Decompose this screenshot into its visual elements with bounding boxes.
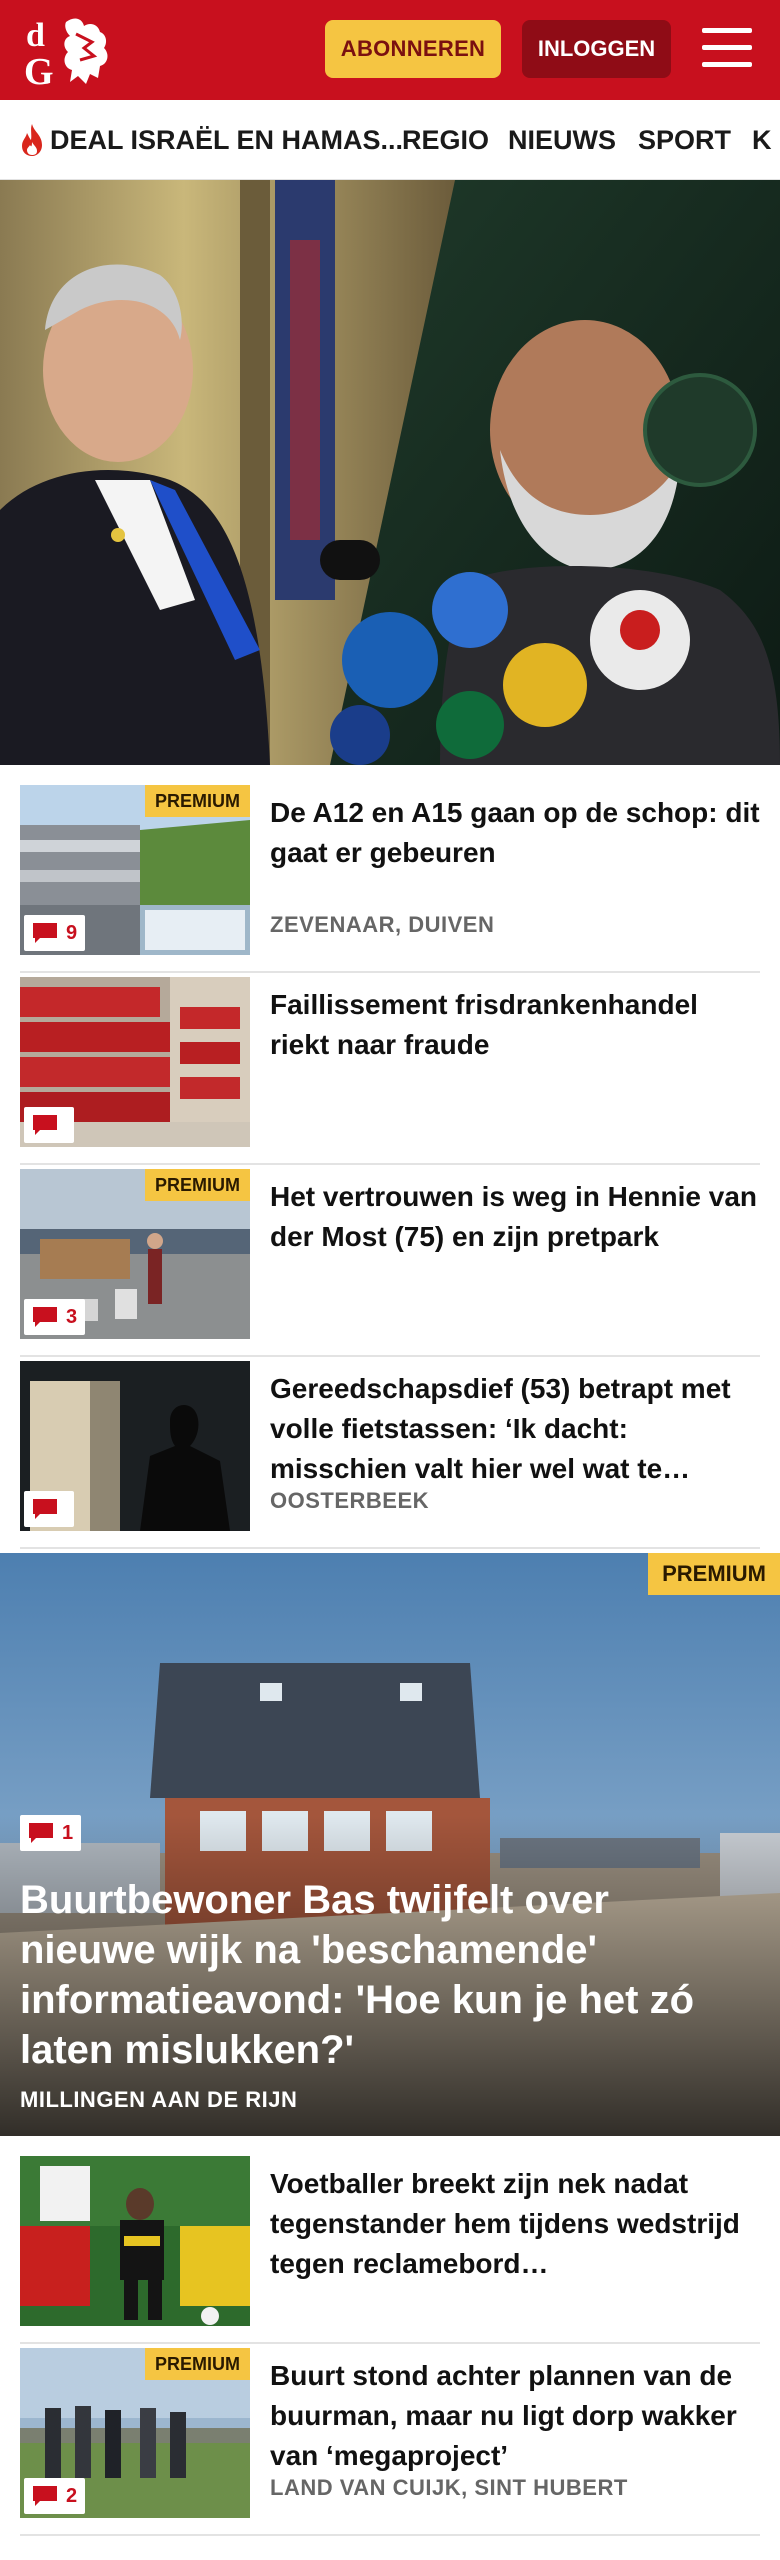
- article-item[interactable]: PREMIUM 9 De A12 en A15 gaan op de schop…: [20, 785, 760, 973]
- comment-count-badge[interactable]: 1: [20, 1815, 82, 1851]
- subscribe-button[interactable]: ABONNEREN: [325, 20, 501, 78]
- article-location: LAND VAN CUIJK, SINT HUBERT: [270, 2475, 628, 2500]
- nav-item-nieuws[interactable]: NIEUWS: [508, 120, 616, 160]
- article-title[interactable]: Het vertrouwen is weg in Hennie van der …: [270, 1177, 760, 1257]
- featured-article[interactable]: PREMIUM 1 Buurtbewoner Bas twijfelt over…: [0, 1553, 780, 2136]
- article-item[interactable]: Voetballer breekt zijn nek nadat tegenst…: [20, 2156, 760, 2344]
- featured-article-location: MILLINGEN AAN DE RIJN: [20, 2087, 298, 2112]
- premium-badge: PREMIUM: [145, 1169, 250, 1201]
- article-item[interactable]: Gereedschapsdief (53) betrapt met volle …: [20, 1361, 760, 1549]
- comment-count: 2: [66, 2484, 78, 2507]
- comment-count: 9: [66, 921, 78, 944]
- comment-icon: [33, 1307, 57, 1327]
- dG-logo-icon[interactable]: d G: [20, 12, 116, 90]
- featured-article-title[interactable]: Buurtbewoner Bas twijfelt over nieuwe wi…: [20, 1875, 740, 2075]
- nav-item-sport[interactable]: SPORT: [638, 120, 731, 160]
- article-thumbnail: [20, 2156, 250, 2326]
- comment-count: 1: [62, 1821, 74, 1844]
- hamburger-menu-icon[interactable]: [696, 24, 758, 74]
- comment-icon: [33, 1115, 57, 1135]
- article-thumbnail: [20, 977, 250, 1147]
- section-nav: DEAL ISRAËL EN HAMAS... REGIO NIEUWS SPO…: [0, 100, 780, 180]
- nav-item-k[interactable]: K: [752, 120, 772, 160]
- login-button[interactable]: INLOGGEN: [522, 20, 671, 78]
- comment-count-badge[interactable]: 3: [24, 1299, 86, 1335]
- comment-icon: [33, 1499, 57, 1519]
- site-header: d G ABONNEREN INLOGGEN: [0, 0, 780, 100]
- comment-count-badge[interactable]: 2: [24, 2478, 86, 2514]
- nav-item-deal-israel-hamas[interactable]: DEAL ISRAËL EN HAMAS...: [50, 120, 403, 160]
- comment-icon: [33, 2486, 57, 2506]
- article-location: OOSTERBEEK: [270, 1488, 430, 1513]
- premium-badge: PREMIUM: [145, 2348, 250, 2380]
- article-thumbnail: PREMIUM 2: [20, 2348, 250, 2518]
- comment-icon: [33, 923, 57, 943]
- hero-image[interactable]: [0, 180, 780, 765]
- article-item[interactable]: Faillissement frisdrankenhandel riekt na…: [20, 977, 760, 1165]
- article-item[interactable]: PREMIUM 3 Het vertrouwen is weg in Henni…: [20, 1169, 760, 1357]
- comment-count-badge[interactable]: [24, 1107, 74, 1143]
- premium-badge: PREMIUM: [648, 1553, 780, 1595]
- article-title[interactable]: De A12 en A15 gaan op de schop: dit gaat…: [270, 793, 760, 873]
- comment-icon: [29, 1823, 53, 1843]
- comment-count: 3: [66, 1305, 78, 1328]
- article-thumbnail: PREMIUM 9: [20, 785, 250, 955]
- comment-count-badge[interactable]: 9: [24, 915, 86, 951]
- article-thumbnail: PREMIUM 3: [20, 1169, 250, 1339]
- article-item[interactable]: PREMIUM 2 Buurt stond achter plannen van…: [20, 2348, 760, 2536]
- article-title[interactable]: Faillissement frisdrankenhandel riekt na…: [270, 985, 760, 1065]
- article-title[interactable]: Gereedschapsdief (53) betrapt met volle …: [270, 1369, 760, 1489]
- article-title[interactable]: Buurt stond achter plannen van de buurma…: [270, 2356, 760, 2476]
- article-thumbnail: [20, 1361, 250, 1531]
- article-title[interactable]: Voetballer breekt zijn nek nadat tegenst…: [270, 2164, 760, 2284]
- comment-count-badge[interactable]: [24, 1491, 74, 1527]
- nav-item-regio[interactable]: REGIO: [402, 120, 489, 160]
- svg-text:d: d: [26, 17, 45, 54]
- premium-badge: PREMIUM: [145, 785, 250, 817]
- article-location: ZEVENAAR, DUIVEN: [270, 912, 495, 937]
- svg-text:G: G: [24, 51, 54, 90]
- flame-icon: [22, 124, 42, 156]
